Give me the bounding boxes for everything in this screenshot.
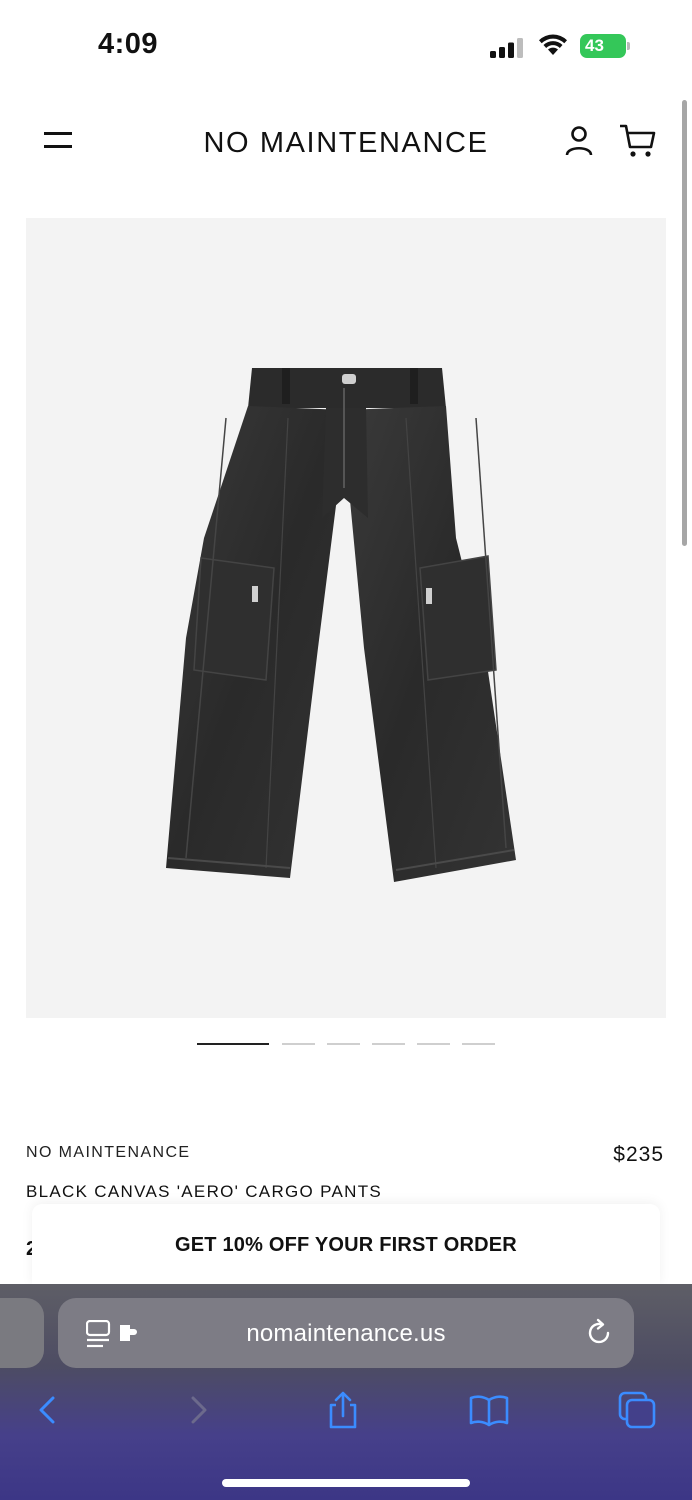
share-icon[interactable] [323, 1390, 363, 1430]
status-time: 4:09 [98, 28, 159, 60]
browser-toolbar: nomaintenance.us [0, 1284, 692, 1500]
carousel-dot[interactable] [372, 1043, 405, 1045]
battery-icon: 43 [580, 34, 632, 58]
book-icon[interactable] [469, 1390, 509, 1430]
chevron-right-icon[interactable] [178, 1390, 218, 1430]
product-vendor: NO MAINTENANCE [26, 1144, 191, 1161]
promo-banner[interactable]: GET 10% OFF YOUR FIRST ORDER [32, 1204, 660, 1286]
battery-level: 43 [580, 34, 626, 58]
cargo-pants-image [26, 218, 666, 1018]
url-text[interactable]: nomaintenance.us [58, 1320, 634, 1348]
chevron-left-icon[interactable] [28, 1390, 68, 1430]
cart-icon[interactable] [618, 122, 658, 160]
product-image[interactable] [26, 218, 666, 1018]
home-indicator[interactable] [222, 1479, 470, 1487]
address-bar[interactable]: nomaintenance.us [58, 1298, 634, 1368]
previous-tab-bar[interactable] [0, 1298, 44, 1368]
carousel-dot[interactable] [462, 1043, 495, 1045]
reload-icon[interactable] [584, 1318, 614, 1348]
status-bar: 4:09 43 [0, 0, 692, 92]
cellular-signal-icon [490, 38, 523, 58]
carousel-dot[interactable] [327, 1043, 360, 1045]
wifi-icon [539, 34, 567, 55]
tabs-icon[interactable] [617, 1390, 657, 1430]
carousel-dot[interactable] [417, 1043, 450, 1045]
product-price: $235 [613, 1143, 664, 1166]
promo-text[interactable]: GET 10% OFF YOUR FIRST ORDER [32, 1234, 660, 1257]
product-title: BLACK CANVAS 'AERO' CARGO PANTS [26, 1182, 383, 1201]
account-icon[interactable] [562, 124, 596, 158]
site-header: NO MAINTENANCE [0, 100, 692, 190]
carousel-dot[interactable] [282, 1043, 315, 1045]
carousel-dot[interactable] [197, 1043, 269, 1045]
